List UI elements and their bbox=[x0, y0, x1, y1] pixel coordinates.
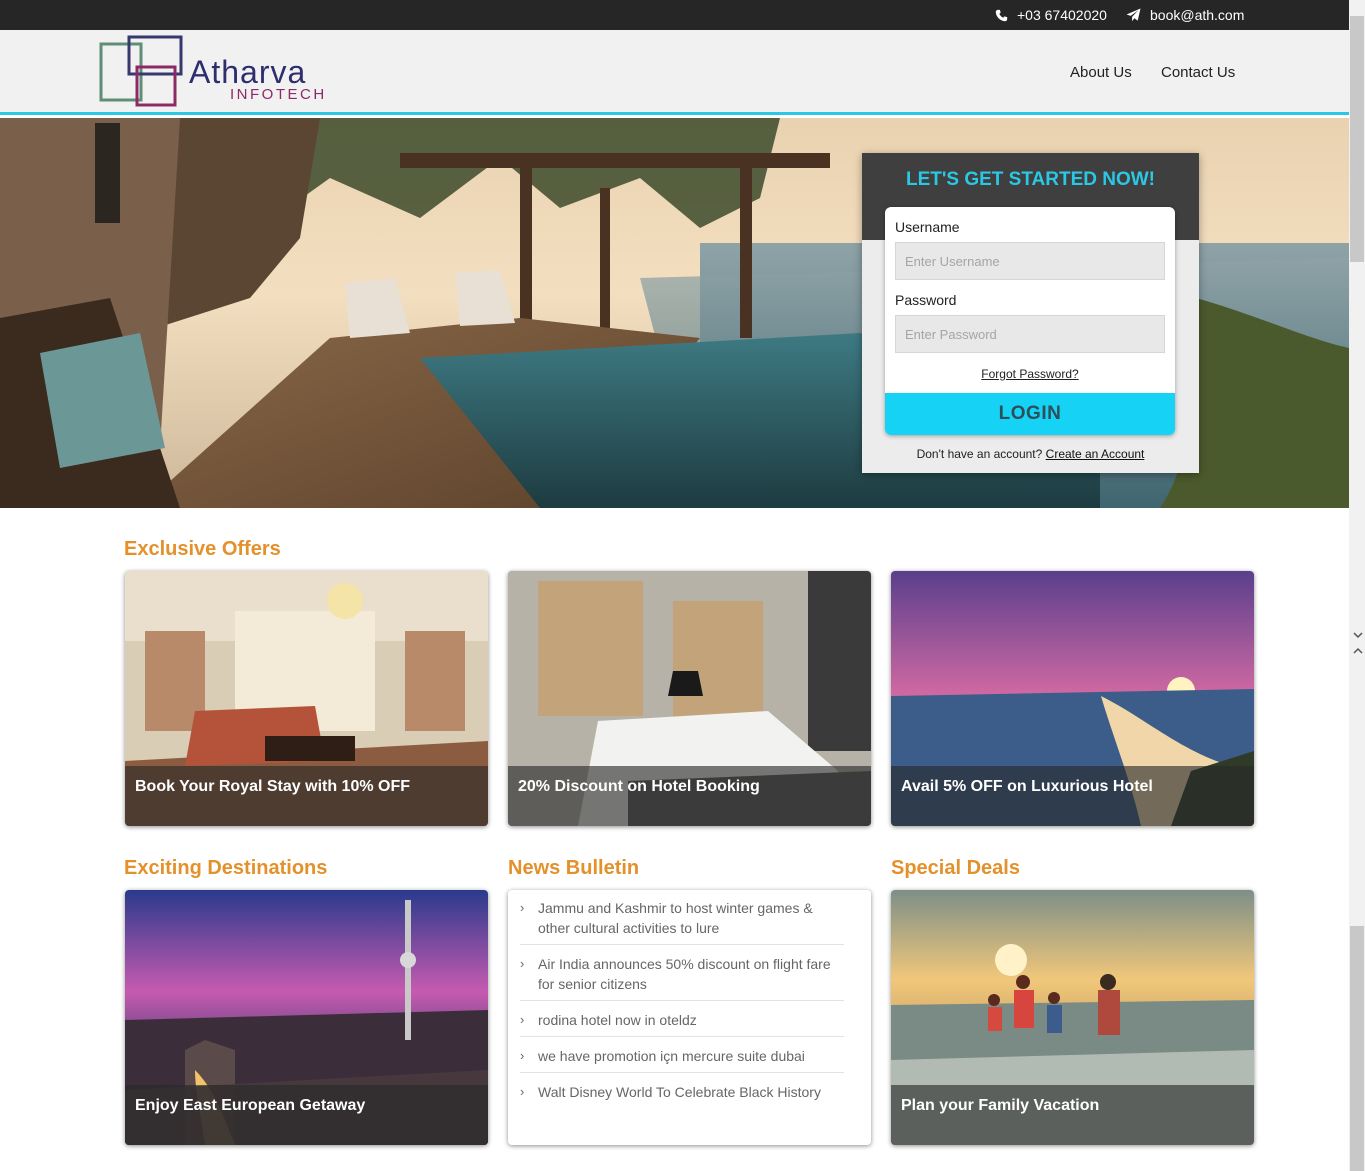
section-title-deals: Special Deals bbox=[891, 857, 1020, 879]
logo-subtitle: INFOTECH bbox=[230, 86, 327, 103]
offer-caption: 20% Discount on Hotel Booking bbox=[508, 766, 871, 826]
news-item[interactable]: › rodina hotel now in oteldz bbox=[520, 1010, 844, 1037]
password-input[interactable] bbox=[895, 315, 1165, 353]
deal-card-family-vacation[interactable]: Plan your Family Vacation bbox=[891, 890, 1254, 1145]
paper-plane-icon bbox=[1126, 8, 1141, 22]
scroll-up-arrow-icon[interactable] bbox=[1352, 645, 1364, 657]
deal-caption: Plan your Family Vacation bbox=[891, 1085, 1254, 1145]
nav-about-us[interactable]: About Us bbox=[1070, 64, 1132, 81]
offer-card-royal-stay[interactable]: Book Your Royal Stay with 10% OFF bbox=[125, 571, 488, 826]
news-item-text: Jammu and Kashmir to host winter games &… bbox=[538, 900, 813, 936]
chevron-right-icon: › bbox=[520, 1012, 525, 1027]
news-item-text: rodina hotel now in oteldz bbox=[538, 1012, 697, 1028]
news-item[interactable]: › Walt Disney World To Celebrate Black Hi… bbox=[520, 1082, 844, 1108]
section-title-offers: Exclusive Offers bbox=[124, 538, 281, 560]
username-label: Username bbox=[895, 219, 960, 235]
offer-card-hotel-booking[interactable]: 20% Discount on Hotel Booking bbox=[508, 571, 871, 826]
offer-card-luxurious-hotel[interactable]: Avail 5% OFF on Luxurious Hotel bbox=[891, 571, 1254, 826]
logo[interactable]: Atharva INFOTECH bbox=[99, 35, 349, 107]
scroll-down-arrow-icon[interactable] bbox=[1352, 629, 1364, 641]
signup-prompt: Don't have an account? Create an Account bbox=[862, 447, 1199, 461]
create-account-link[interactable]: Create an Account bbox=[1046, 447, 1145, 461]
news-item[interactable]: › Jammu and Kashmir to host winter games … bbox=[520, 898, 844, 945]
news-item[interactable]: › we have promotion içn mercure suite dub… bbox=[520, 1046, 844, 1073]
email-address: book@ath.com bbox=[1150, 7, 1245, 23]
phone-contact[interactable]: +03 67402020 bbox=[995, 7, 1107, 23]
scrollbar-thumb[interactable] bbox=[1350, 16, 1364, 262]
logo-wordmark: Atharva bbox=[189, 54, 307, 90]
chevron-right-icon: › bbox=[520, 956, 525, 971]
chevron-right-icon: › bbox=[520, 900, 525, 915]
section-title-destinations: Exciting Destinations bbox=[124, 857, 328, 879]
login-title: LET'S GET STARTED NOW! bbox=[905, 169, 1156, 190]
news-item[interactable]: › Air India announces 50% discount on fli… bbox=[520, 954, 844, 1001]
logo-mark bbox=[99, 35, 183, 107]
login-button[interactable]: LOGIN bbox=[885, 393, 1175, 435]
forgot-password-link[interactable]: Forgot Password? bbox=[885, 367, 1175, 381]
phone-number: +03 67402020 bbox=[1017, 7, 1107, 23]
chevron-right-icon: › bbox=[520, 1048, 525, 1063]
section-title-news: News Bulletin bbox=[508, 857, 640, 879]
login-panel: LET'S GET STARTED NOW! Username Password… bbox=[862, 153, 1199, 473]
nav-contact-us[interactable]: Contact Us bbox=[1161, 64, 1235, 81]
site-header: Atharva INFOTECH About Us Contact Us bbox=[0, 30, 1349, 115]
scrollbar-thumb-lower[interactable] bbox=[1350, 926, 1364, 1171]
username-input[interactable] bbox=[895, 242, 1165, 280]
login-form: Username Password Forgot Password? LOGIN bbox=[885, 207, 1175, 435]
news-item-text: Walt Disney World To Celebrate Black His… bbox=[538, 1084, 821, 1100]
news-item-text: Air India announces 50% discount on flig… bbox=[538, 956, 831, 992]
news-item-text: we have promotion içn mercure suite duba… bbox=[538, 1048, 805, 1064]
offer-caption: Avail 5% OFF on Luxurious Hotel bbox=[891, 766, 1254, 826]
password-label: Password bbox=[895, 292, 957, 308]
news-list: › Jammu and Kashmir to host winter games … bbox=[508, 890, 871, 1108]
chevron-right-icon: › bbox=[520, 1084, 525, 1099]
signup-text: Don't have an account? bbox=[916, 447, 1043, 461]
news-bulletin-panel: › Jammu and Kashmir to host winter games … bbox=[508, 890, 871, 1145]
page: +03 67402020 book@ath.com Atharva INFOTE… bbox=[0, 0, 1365, 1171]
destination-card-east-europe[interactable]: Enjoy East European Getaway bbox=[125, 890, 488, 1145]
top-contact-bar: +03 67402020 book@ath.com bbox=[0, 0, 1349, 30]
email-contact[interactable]: book@ath.com bbox=[1126, 7, 1244, 23]
offer-caption: Book Your Royal Stay with 10% OFF bbox=[125, 766, 488, 826]
phone-icon bbox=[995, 9, 1008, 21]
destination-caption: Enjoy East European Getaway bbox=[125, 1085, 488, 1145]
